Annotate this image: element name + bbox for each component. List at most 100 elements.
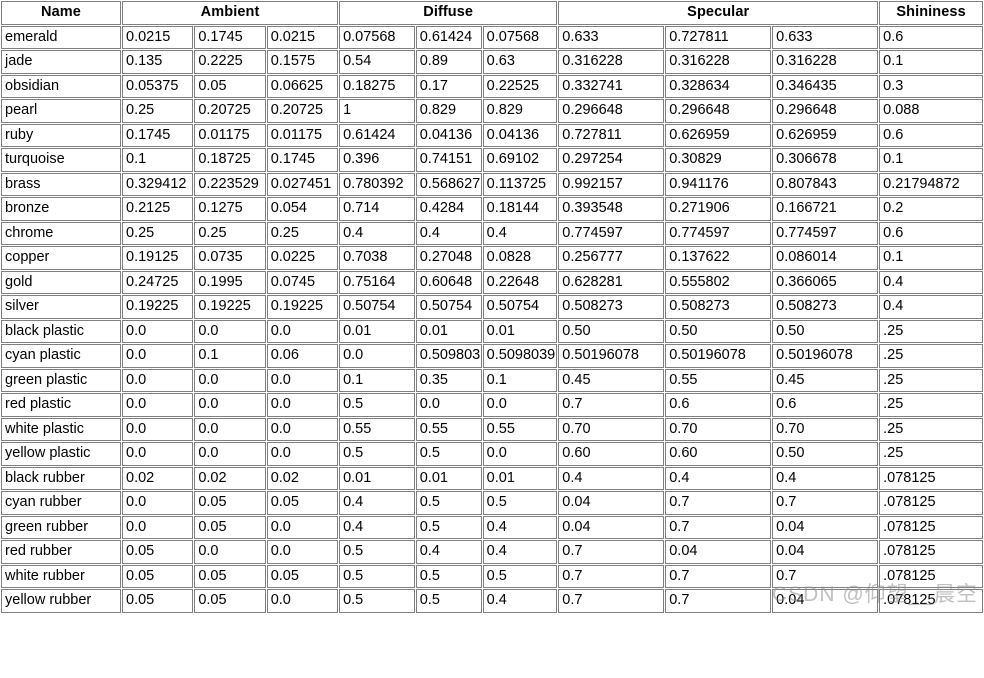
diffuse-value-cell: 0.5 xyxy=(415,564,482,588)
specular-value-cell: 0.04 xyxy=(772,589,879,613)
ambient-value-cell: 0.02 xyxy=(194,466,266,490)
diffuse-value-cell: 0.829 xyxy=(415,99,482,123)
diffuse-value-cell: 0.35 xyxy=(415,368,482,392)
material-name-cell: brass xyxy=(1,172,121,196)
shininess-value-cell: .25 xyxy=(879,368,983,392)
ambient-value-cell: 0.1745 xyxy=(194,25,266,49)
diffuse-value-cell: 0.07568 xyxy=(339,25,415,49)
ambient-value-cell: 0.1 xyxy=(194,344,266,368)
column-group-header: Name xyxy=(1,1,121,25)
diffuse-value-cell: 0.396 xyxy=(339,148,415,172)
ambient-value-cell: 0.135 xyxy=(122,50,194,74)
diffuse-value-cell: 0.4 xyxy=(415,540,482,564)
ambient-value-cell: 0.0225 xyxy=(266,246,339,270)
diffuse-value-cell: 0.69102 xyxy=(482,148,558,172)
ambient-value-cell: 0.0 xyxy=(194,393,266,417)
ambient-value-cell: 0.0 xyxy=(194,442,266,466)
specular-value-cell: 0.508273 xyxy=(772,295,879,319)
material-name-cell: cyan plastic xyxy=(1,344,121,368)
diffuse-value-cell: 0.61424 xyxy=(415,25,482,49)
ambient-value-cell: 0.0 xyxy=(194,319,266,343)
ambient-value-cell: 0.0 xyxy=(122,442,194,466)
specular-value-cell: 0.774597 xyxy=(558,221,665,245)
specular-value-cell: 0.4 xyxy=(665,466,772,490)
shininess-value-cell: 0.1 xyxy=(879,148,983,172)
specular-value-cell: 0.7 xyxy=(665,515,772,539)
ambient-value-cell: 0.1745 xyxy=(122,123,194,147)
ambient-value-cell: 0.05 xyxy=(194,589,266,613)
table-row: turquoise 0.1 0.18725 0.1745 0.396 0.74151 0.6… xyxy=(1,148,983,172)
specular-value-cell: 0.626959 xyxy=(772,123,879,147)
ambient-value-cell: 0.0 xyxy=(194,368,266,392)
table-row: green plastic 0.0 0.0 0.0 0.1 0.35 0.1 0.45 0.55… xyxy=(1,368,983,392)
diffuse-value-cell: 1 xyxy=(339,99,415,123)
table-row: black plastic 0.0 0.0 0.0 0.01 0.01 0.01 0.50 0.… xyxy=(1,319,983,343)
ambient-value-cell: 0.05 xyxy=(194,515,266,539)
diffuse-value-cell: 0.07568 xyxy=(482,25,558,49)
ambient-value-cell: 0.05 xyxy=(122,540,194,564)
ambient-value-cell: 0.05 xyxy=(194,491,266,515)
column-group-header: Diffuse xyxy=(339,1,558,25)
specular-value-cell: 0.70 xyxy=(558,417,665,441)
ambient-value-cell: 0.0745 xyxy=(266,270,339,294)
material-name-cell: bronze xyxy=(1,197,121,221)
specular-value-cell: 0.7 xyxy=(558,393,665,417)
shininess-value-cell: 0.21794872 xyxy=(879,172,983,196)
specular-value-cell: 0.4 xyxy=(772,466,879,490)
specular-value-cell: 0.50 xyxy=(772,319,879,343)
diffuse-value-cell: 0.5 xyxy=(482,564,558,588)
specular-value-cell: 0.6 xyxy=(772,393,879,417)
diffuse-value-cell: 0.04136 xyxy=(415,123,482,147)
material-properties-table-container: Name Ambient Diffuse Specular Shininess emer… xyxy=(0,0,984,614)
material-name-cell: copper xyxy=(1,246,121,270)
diffuse-value-cell: 0.63 xyxy=(482,50,558,74)
specular-value-cell: 0.306678 xyxy=(772,148,879,172)
specular-value-cell: 0.366065 xyxy=(772,270,879,294)
specular-value-cell: 0.7 xyxy=(558,589,665,613)
table-row: bronze 0.2125 0.1275 0.054 0.714 0.4284 0.1814… xyxy=(1,197,983,221)
ambient-value-cell: 0.0 xyxy=(194,417,266,441)
table-row: jade 0.135 0.2225 0.1575 0.54 0.89 0.63 0.31622… xyxy=(1,50,983,74)
ambient-value-cell: 0.05 xyxy=(266,564,339,588)
specular-value-cell: 0.296648 xyxy=(665,99,772,123)
material-name-cell: pearl xyxy=(1,99,121,123)
ambient-value-cell: 0.0 xyxy=(122,393,194,417)
diffuse-value-cell: 0.18144 xyxy=(482,197,558,221)
material-name-cell: turquoise xyxy=(1,148,121,172)
diffuse-value-cell: 0.60648 xyxy=(415,270,482,294)
diffuse-value-cell: 0.5 xyxy=(415,442,482,466)
diffuse-value-cell: 0.17 xyxy=(415,74,482,98)
specular-value-cell: 0.508273 xyxy=(665,295,772,319)
specular-value-cell: 0.332741 xyxy=(558,74,665,98)
specular-value-cell: 0.346435 xyxy=(772,74,879,98)
specular-value-cell: 0.30829 xyxy=(665,148,772,172)
shininess-value-cell: .078125 xyxy=(879,466,983,490)
ambient-value-cell: 0.0 xyxy=(266,319,339,343)
ambient-value-cell: 0.19225 xyxy=(122,295,194,319)
diffuse-value-cell: 0.5 xyxy=(339,564,415,588)
diffuse-value-cell: 0.27048 xyxy=(415,246,482,270)
shininess-value-cell: 0.6 xyxy=(879,25,983,49)
diffuse-value-cell: 0.61424 xyxy=(339,123,415,147)
material-name-cell: black rubber xyxy=(1,466,121,490)
specular-value-cell: 0.7 xyxy=(665,491,772,515)
specular-value-cell: 0.7 xyxy=(772,564,879,588)
material-name-cell: white plastic xyxy=(1,417,121,441)
specular-value-cell: 0.45 xyxy=(772,368,879,392)
diffuse-value-cell: 0.5 xyxy=(415,491,482,515)
ambient-value-cell: 0.1575 xyxy=(266,50,339,74)
specular-value-cell: 0.7 xyxy=(558,540,665,564)
shininess-value-cell: .078125 xyxy=(879,540,983,564)
ambient-value-cell: 0.0 xyxy=(122,368,194,392)
specular-value-cell: 0.633 xyxy=(772,25,879,49)
diffuse-value-cell: 0.50980392 xyxy=(415,344,482,368)
table-row: yellow rubber 0.05 0.05 0.0 0.5 0.5 0.4 0.7 0.7 0… xyxy=(1,589,983,613)
shininess-value-cell: 0.4 xyxy=(879,295,983,319)
diffuse-value-cell: 0.74151 xyxy=(415,148,482,172)
diffuse-value-cell: 0.5 xyxy=(339,442,415,466)
material-name-cell: red plastic xyxy=(1,393,121,417)
diffuse-value-cell: 0.4 xyxy=(482,589,558,613)
specular-value-cell: 0.166721 xyxy=(772,197,879,221)
specular-value-cell: 0.04 xyxy=(772,540,879,564)
material-name-cell: cyan rubber xyxy=(1,491,121,515)
